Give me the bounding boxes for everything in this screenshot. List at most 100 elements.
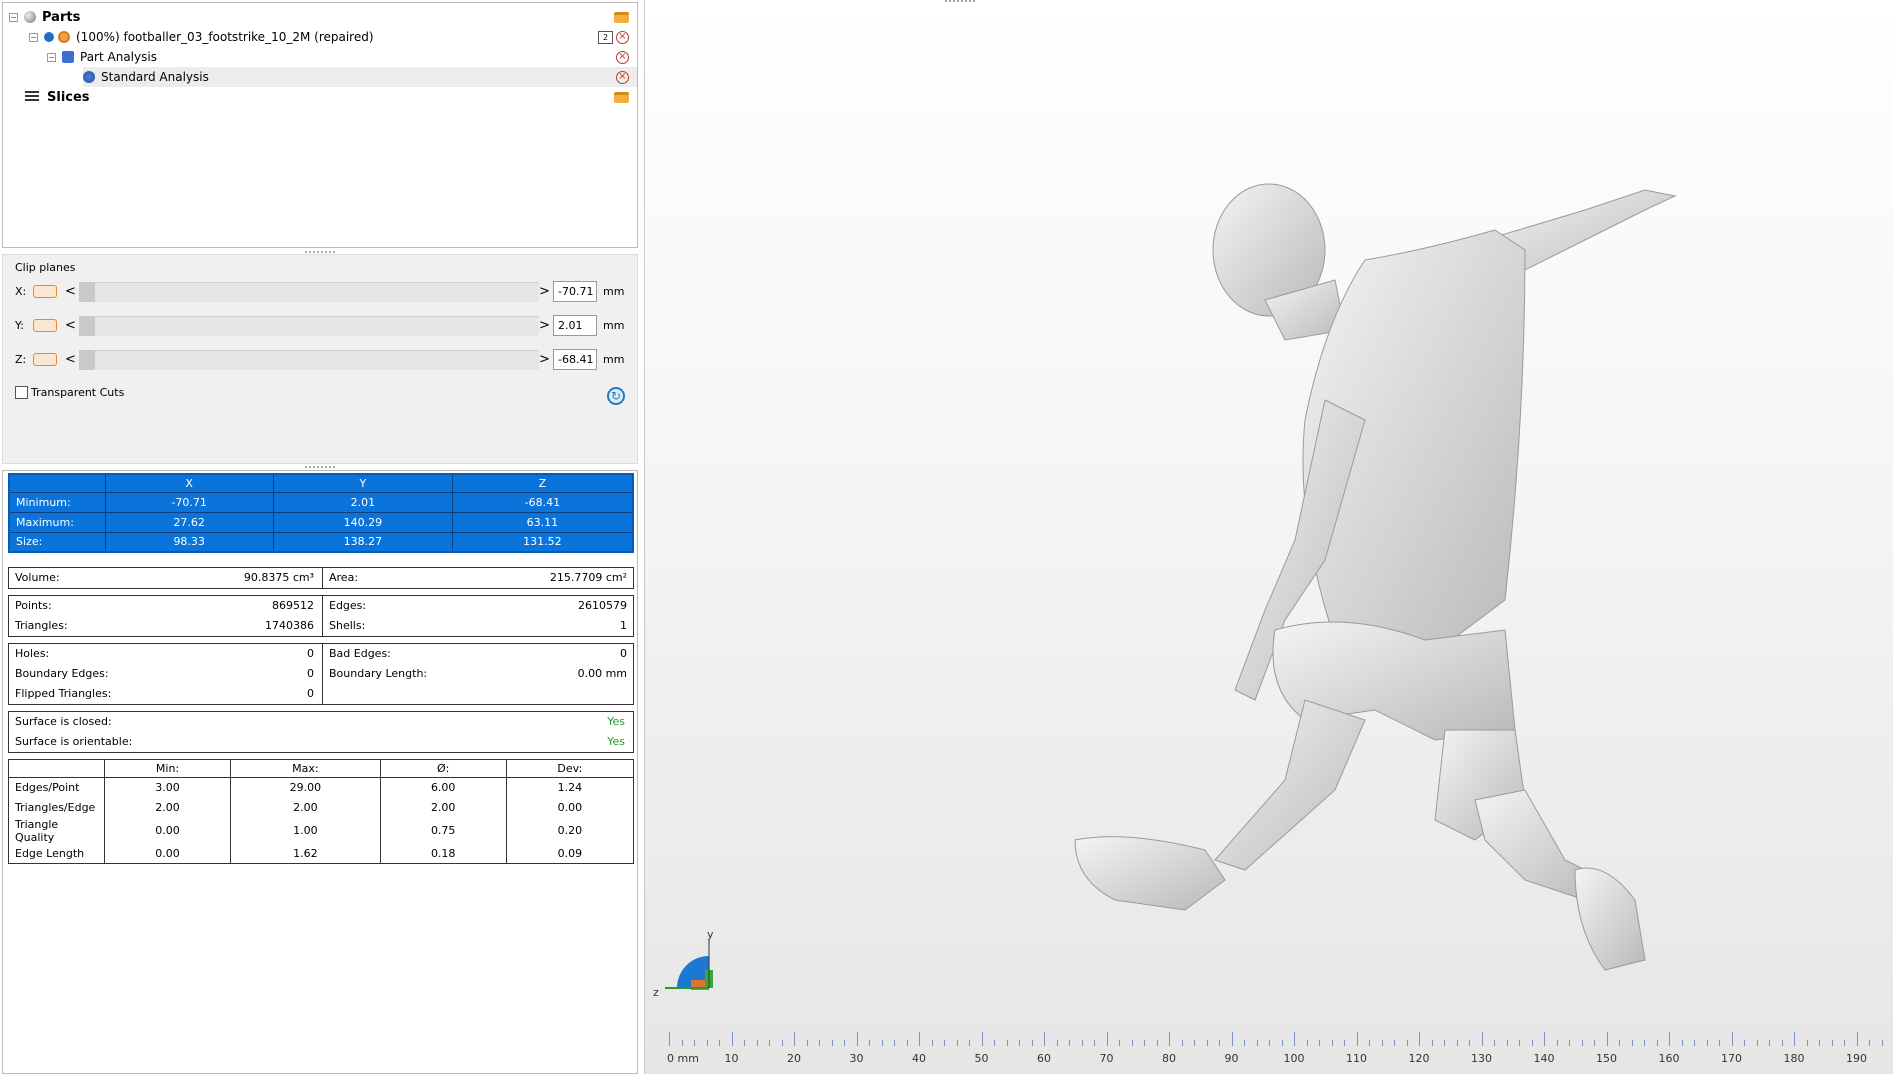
bad-edges-row: Bad Edges: 0 bbox=[329, 644, 627, 664]
boundary-edges-label: Boundary Edges: bbox=[15, 667, 109, 680]
cell: 0.20 bbox=[505, 817, 634, 844]
header-corner bbox=[8, 759, 105, 778]
clip-row-z: Z: < > -68.41 mm bbox=[11, 347, 631, 373]
header-z: Z bbox=[451, 473, 634, 493]
ruler-minor-tick bbox=[1344, 1040, 1345, 1046]
clip-slider-y[interactable] bbox=[79, 316, 539, 336]
ruler-tick-label: 30 bbox=[849, 1052, 864, 1065]
ruler-minor-tick bbox=[1681, 1040, 1683, 1046]
ruler-minor-tick bbox=[906, 1040, 908, 1046]
ruler-minor-tick bbox=[1881, 1040, 1883, 1046]
table-row: Triangles/Edge 2.00 2.00 2.00 0.00 bbox=[9, 797, 634, 818]
clip-toggle-x[interactable] bbox=[33, 285, 57, 298]
volume-label: Volume: bbox=[15, 571, 60, 584]
right-col: Edges: 2610579 Shells: 1 bbox=[322, 596, 635, 636]
ruler-minor-tick bbox=[931, 1040, 933, 1046]
part-analysis-label: Part Analysis bbox=[80, 50, 157, 64]
area-value: 215.7709 cm² bbox=[549, 571, 627, 584]
ruler-minor-tick bbox=[1694, 1040, 1695, 1046]
slider-thumb[interactable] bbox=[79, 316, 95, 336]
ruler-minor-tick bbox=[1719, 1040, 1720, 1046]
clip-slider-x[interactable] bbox=[79, 282, 539, 302]
ruler-minor-tick bbox=[881, 1040, 883, 1046]
points-row: Points: 869512 bbox=[15, 596, 314, 616]
ruler-tick-label: 130 bbox=[1471, 1052, 1492, 1065]
ruler-minor-tick bbox=[1181, 1040, 1183, 1046]
ruler-minor-tick bbox=[1869, 1040, 1870, 1046]
cell: 2.00 bbox=[103, 797, 231, 818]
cell: 0.00 bbox=[505, 797, 634, 818]
footballer-model[interactable]: y z bbox=[645, 0, 1893, 1074]
close-icon[interactable]: × bbox=[616, 70, 629, 84]
ruler-tick-label: 20 bbox=[787, 1052, 801, 1065]
decrement-arrow-icon[interactable]: < bbox=[65, 352, 76, 367]
ruler-tick-label: 50 bbox=[974, 1052, 989, 1065]
triangles-row: Triangles: 1740386 bbox=[15, 616, 314, 636]
ruler-tick-label: 170 bbox=[1721, 1052, 1742, 1065]
tree-row-slices[interactable]: Slices bbox=[25, 87, 637, 107]
ruler-minor-tick bbox=[944, 1040, 945, 1046]
ruler-tick bbox=[1481, 1032, 1483, 1046]
increment-arrow-icon[interactable]: > bbox=[539, 352, 550, 367]
part-mesh-icon bbox=[58, 31, 70, 43]
clip-planes-panel: Clip planes X: < > -70.71 mm Y: < > 2.01… bbox=[2, 254, 638, 464]
ruler-minor-tick bbox=[1431, 1040, 1433, 1046]
slider-thumb[interactable] bbox=[79, 350, 95, 370]
ruler-minor-tick bbox=[1619, 1040, 1620, 1046]
file-label: (100%) footballer_03_footstrike_10_2M (r… bbox=[76, 30, 374, 44]
clip-value-x[interactable]: -70.71 bbox=[553, 281, 597, 302]
tree-row-part-analysis[interactable]: − Part Analysis × bbox=[47, 47, 637, 67]
ruler-minor-tick bbox=[1569, 1040, 1570, 1046]
visibility-dot-icon[interactable] bbox=[44, 32, 54, 42]
close-icon[interactable]: × bbox=[616, 30, 629, 44]
ruler-minor-tick bbox=[1281, 1040, 1283, 1046]
cell: 138.27 bbox=[272, 531, 453, 553]
collapse-icon[interactable]: − bbox=[47, 52, 56, 62]
ruler-minor-tick bbox=[994, 1040, 995, 1046]
close-icon[interactable]: × bbox=[616, 50, 629, 64]
increment-arrow-icon[interactable]: > bbox=[539, 318, 550, 333]
tree-row-standard-analysis[interactable]: Standard Analysis × bbox=[83, 67, 637, 87]
cell: 0.75 bbox=[379, 817, 507, 844]
clip-row-x: X: < > -70.71 mm bbox=[11, 279, 631, 305]
cell: 3.00 bbox=[103, 777, 231, 798]
left-col: Points: 869512 Triangles: 1740386 bbox=[9, 596, 322, 636]
ruler-minor-tick bbox=[1306, 1040, 1308, 1046]
closed-row: Surface is closed: Yes bbox=[15, 712, 625, 732]
ruler-minor-tick bbox=[1531, 1040, 1533, 1046]
decrement-arrow-icon[interactable]: < bbox=[65, 318, 76, 333]
ruler-tick-label: 10 bbox=[724, 1052, 739, 1065]
clip-toggle-y[interactable] bbox=[33, 319, 57, 332]
increment-arrow-icon[interactable]: > bbox=[539, 284, 550, 299]
ruler-minor-tick bbox=[1781, 1040, 1783, 1046]
standard-analysis-icon bbox=[83, 71, 95, 83]
decrement-arrow-icon[interactable]: < bbox=[65, 284, 76, 299]
tree-row-parts[interactable]: − Parts bbox=[9, 7, 637, 27]
holes-value: 0 bbox=[307, 647, 314, 660]
clip-value-y[interactable]: 2.01 bbox=[553, 315, 597, 336]
flipped-label: Flipped Triangles: bbox=[15, 687, 112, 700]
open-folder-icon[interactable] bbox=[614, 11, 629, 23]
header-y: Y bbox=[272, 473, 453, 493]
3d-viewport[interactable]: y z 0 mm 10 20 30 40 50 60 70 80 90 100 110 120 130 14… bbox=[644, 0, 1893, 1074]
ruler-tick-label: 80 bbox=[1162, 1052, 1176, 1065]
ruler-minor-tick bbox=[1194, 1040, 1195, 1046]
ruler-minor-tick bbox=[1394, 1040, 1395, 1046]
ruler-tick bbox=[1294, 1032, 1295, 1046]
header-max: Max: bbox=[230, 759, 381, 778]
collapse-icon[interactable]: − bbox=[9, 12, 18, 22]
clip-slider-z[interactable] bbox=[79, 350, 539, 370]
clip-toggle-z[interactable] bbox=[33, 353, 57, 366]
edges-label: Edges: bbox=[329, 599, 367, 612]
file-badge[interactable]: 2 bbox=[598, 30, 613, 44]
tree-row-file[interactable]: − (100%) footballer_03_footstrike_10_2M … bbox=[29, 27, 637, 47]
collapse-icon[interactable]: − bbox=[29, 32, 38, 42]
reset-icon[interactable]: ↻ bbox=[607, 387, 625, 405]
ruler-minor-tick bbox=[1369, 1040, 1370, 1046]
clip-value-z[interactable]: -68.41 bbox=[553, 349, 597, 370]
open-folder-icon[interactable] bbox=[614, 91, 629, 103]
ruler-minor-tick bbox=[1444, 1040, 1445, 1046]
slider-thumb[interactable] bbox=[79, 282, 95, 302]
points-label: Points: bbox=[15, 599, 52, 612]
transparent-cuts-checkbox[interactable] bbox=[15, 386, 28, 399]
